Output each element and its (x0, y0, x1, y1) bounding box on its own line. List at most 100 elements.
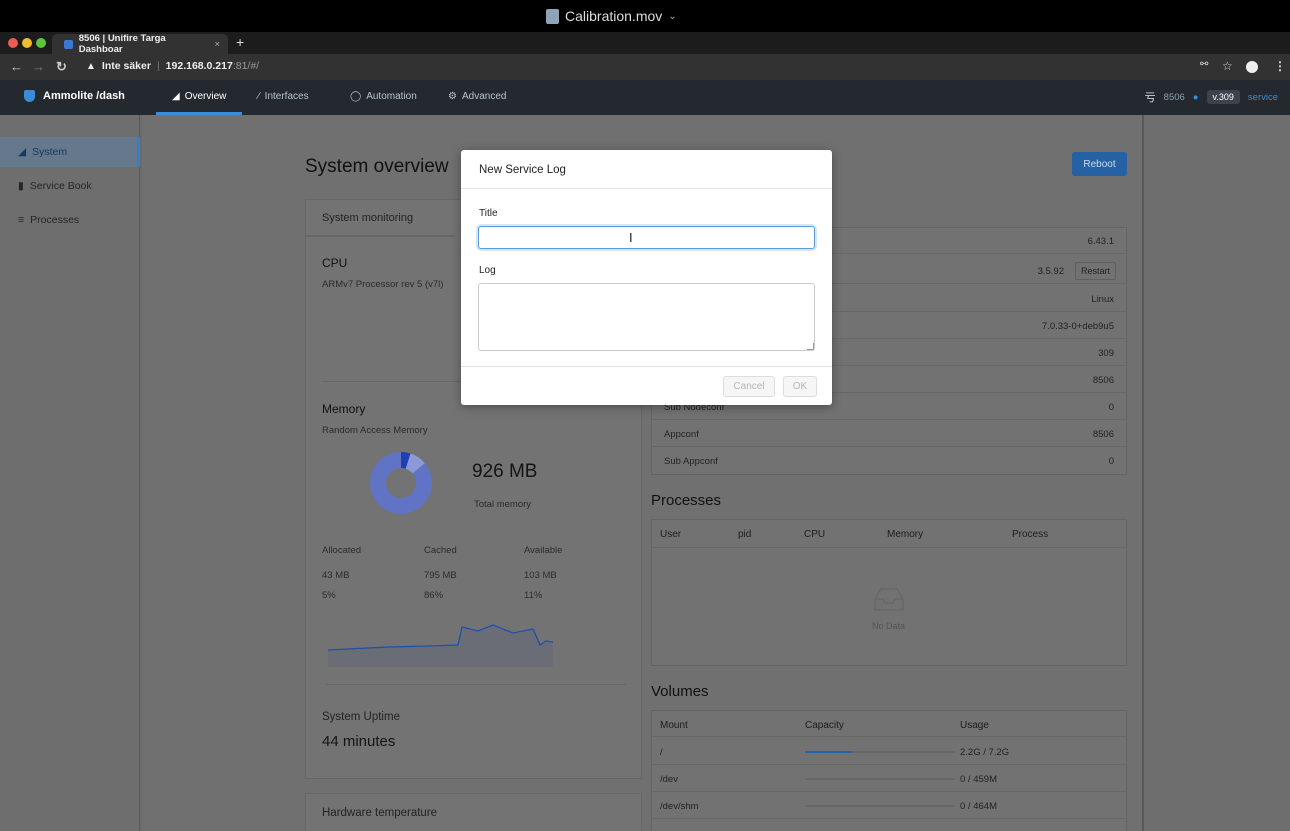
capacity-bar (805, 751, 955, 753)
version-badge: v.309 (1206, 90, 1240, 104)
close-window-button[interactable] (8, 38, 18, 48)
info-value: 8506 (1092, 375, 1114, 386)
nav-overview[interactable]: ◢ Overview (172, 91, 226, 102)
brand[interactable]: Ammolite /dash (24, 90, 125, 102)
chevron-down-icon[interactable]: ⌄ (668, 11, 676, 22)
sidebar-item-system[interactable]: ◢ System (0, 137, 140, 167)
restart-button[interactable]: Restart (1074, 262, 1116, 280)
title-input[interactable] (478, 226, 815, 249)
new-tab-button[interactable]: + (236, 34, 244, 50)
cpu-model: ARMv7 Processor rev 5 (v7l) (322, 279, 444, 290)
table-header-row: User pid CPU Memory Process (652, 520, 1126, 548)
document-icon (546, 8, 559, 24)
modal-title: New Service Log (479, 164, 566, 176)
more-menu-icon[interactable]: ⋮ (1274, 59, 1286, 73)
back-icon[interactable]: ← (10, 59, 23, 74)
log-textarea[interactable] (478, 283, 815, 351)
hardware-temp-title: Hardware temperature (322, 807, 438, 819)
new-service-log-modal: New Service Log Title I Log Cancel OK (461, 150, 832, 405)
maximize-window-button[interactable] (36, 38, 46, 48)
list-icon: ≡ (18, 214, 25, 226)
column-header[interactable]: pid (738, 529, 751, 540)
reboot-button[interactable]: Reboot (1072, 152, 1127, 176)
capacity-bar (805, 778, 955, 780)
nav-interfaces[interactable]: ∕ Interfaces (258, 91, 309, 102)
capacity-bar (805, 805, 955, 807)
window-title: Calibration.mov (565, 8, 663, 24)
volume-used: 2.2G (960, 747, 981, 758)
sidebar-item-processes[interactable]: ≡ Processes (0, 205, 140, 235)
brand-name: Ammolite /dash (43, 90, 125, 102)
resize-grip-icon[interactable] (807, 343, 814, 350)
column-header[interactable]: User (660, 529, 681, 540)
browser-tab[interactable]: 8506 | Unifire Targa Dashboar × (52, 33, 228, 55)
modal-header: New Service Log (461, 150, 832, 189)
minimize-window-button[interactable] (22, 38, 32, 48)
mem-percent-available: 11% (524, 590, 543, 601)
mem-value-cached: 795 MB (424, 570, 457, 581)
cpu-title: CPU (322, 256, 348, 270)
table-row: /dev/shm 0 / 464M (652, 793, 1126, 819)
cancel-button[interactable]: Cancel (723, 376, 775, 397)
page-title: System overview (305, 156, 449, 177)
star-icon[interactable]: ☆ (1222, 59, 1233, 73)
sidebar-item-service-book[interactable]: ▮ Service Book (0, 171, 140, 201)
window-titlebar: Calibration.mov ⌄ (0, 0, 1290, 32)
tab-system-monitoring-label: System monitoring (322, 212, 414, 224)
column-header[interactable]: Mount (660, 720, 688, 731)
column-header[interactable]: Process (1012, 529, 1048, 540)
nav-advanced-label: Advanced (461, 91, 507, 102)
text-cursor-icon: I (629, 230, 633, 245)
log-field-label: Log (479, 265, 496, 276)
table-row: Sub Appconf 0 (652, 448, 1126, 474)
volume-mount: /dev/shm (660, 801, 699, 812)
mem-header-allocated: Allocated (322, 545, 362, 556)
table-row: Appconf 8506 (652, 421, 1126, 447)
column-header[interactable]: Usage (960, 720, 989, 731)
forward-icon[interactable]: → (32, 59, 45, 74)
info-label: Sub Appconf (664, 456, 718, 467)
mem-header-cached: Cached (424, 545, 457, 556)
key-icon[interactable]: ⚯ (1200, 59, 1208, 70)
shield-icon (24, 90, 35, 102)
tab-title: 8506 | Unifire Targa Dashboar (78, 33, 166, 55)
uptime-value: 44 minutes (322, 733, 396, 750)
column-header[interactable]: Capacity (805, 720, 844, 731)
service-link[interactable]: service (1248, 92, 1278, 103)
profile-icon[interactable] (1246, 61, 1258, 73)
bug-icon[interactable]: 亏 (1145, 89, 1156, 105)
volume-total: 459M (973, 774, 997, 785)
title-field-label: Title (479, 208, 498, 219)
usage-separator: / (980, 747, 989, 758)
memory-title: Memory (322, 402, 366, 416)
nav-advanced[interactable]: ⚙ Advanced (448, 91, 506, 102)
empty-text: No Data (872, 621, 906, 631)
tab-close-button[interactable]: × (214, 39, 220, 50)
info-value: 0 (1108, 402, 1114, 413)
volume-mount: /dev (660, 774, 678, 785)
nav-interfaces-label: Interfaces (264, 91, 309, 102)
volume-mount: / (660, 747, 663, 758)
info-value: 309 (1098, 348, 1114, 359)
url-path: :81/#/ (232, 60, 260, 72)
reload-icon[interactable]: ↻ (56, 59, 67, 75)
empty-inbox-icon (874, 588, 904, 611)
column-header[interactable]: Memory (887, 529, 923, 540)
table-row: /dev 0 / 459M (652, 766, 1126, 792)
memory-subtitle: Random Access Memory (322, 425, 428, 436)
url-field[interactable]: ▲ Inte säker | 192.168.0.217:81/#/ (86, 60, 259, 72)
sidebar: ◢ System ▮ Service Book ≡ Processes (0, 115, 140, 831)
mem-header-available: Available (524, 545, 563, 556)
volume-total: 7.2G (988, 747, 1010, 758)
memory-total-label: Total memory (474, 499, 532, 510)
browser-tab-strip: 8506 | Unifire Targa Dashboar × + (0, 32, 1290, 55)
processes-title: Processes (651, 492, 722, 509)
pencil-icon: ∕ (258, 91, 260, 102)
nav-automation[interactable]: ◯ Automation (350, 91, 417, 102)
warning-icon: ▲ (86, 60, 96, 72)
info-label: Appconf (664, 429, 699, 440)
ok-button[interactable]: OK (783, 376, 817, 397)
app-navbar: Ammolite /dash ◢ Overview ∕ Interfaces ◯ Au… (0, 80, 1290, 115)
column-header[interactable]: CPU (804, 529, 825, 540)
nav-overview-label: Overview (184, 91, 227, 102)
